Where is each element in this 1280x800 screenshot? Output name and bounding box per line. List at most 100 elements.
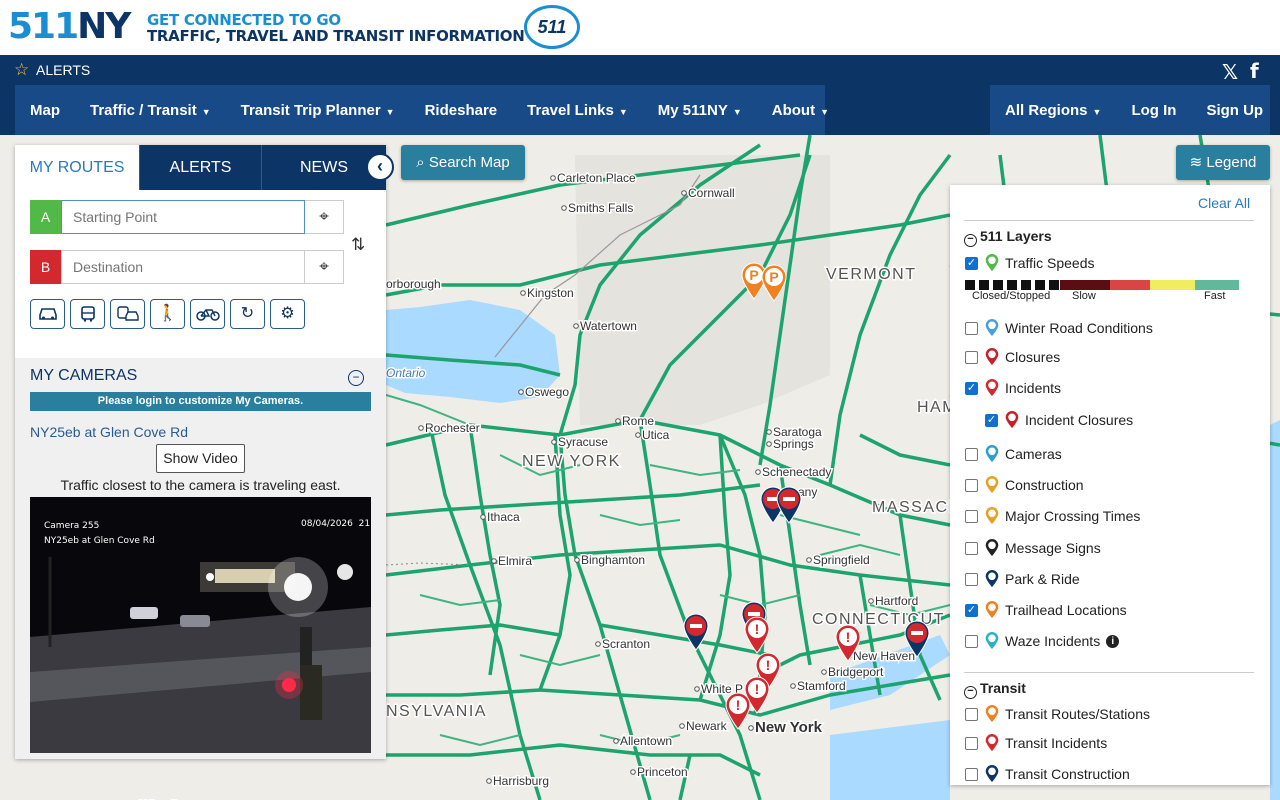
- traffic-speed-icon: [985, 254, 999, 272]
- mode-walk-button[interactable]: 🚶: [150, 299, 185, 329]
- layer-checkbox[interactable]: [965, 767, 978, 781]
- layer-checkbox[interactable]: [965, 572, 978, 586]
- locate-start-button[interactable]: ⌖: [305, 200, 344, 234]
- x-twitter-icon[interactable]: 𝕏: [1222, 60, 1238, 85]
- layer-checkbox[interactable]: ✓: [965, 603, 978, 617]
- layer-checkbox[interactable]: [965, 634, 978, 648]
- mode-car-button[interactable]: [30, 299, 65, 329]
- layer-checkbox[interactable]: [965, 541, 978, 555]
- collapse-cameras-button[interactable]: −: [348, 370, 364, 386]
- show-video-button[interactable]: Show Video: [156, 444, 245, 473]
- layer-traffic-speeds[interactable]: ✓ Traffic Speeds: [965, 253, 1095, 273]
- login-note[interactable]: Please login to customize My Cameras.: [30, 392, 371, 411]
- collapse-panel-button[interactable]: ‹: [366, 153, 394, 181]
- nav-item-map[interactable]: Map: [15, 102, 75, 119]
- layer-checkbox[interactable]: [965, 736, 978, 750]
- layer-incidents[interactable]: ✓ Incidents: [965, 378, 1061, 398]
- layer-trailhead-locations[interactable]: ✓ Trailhead Locations: [965, 600, 1127, 620]
- settings-icon: ⚙: [280, 305, 295, 322]
- crosshair-icon: ⌖: [319, 257, 329, 276]
- tab-alerts[interactable]: ALERTS: [140, 145, 262, 190]
- camera-title-link[interactable]: NY25eb at Glen Cove Rd: [30, 424, 188, 440]
- map-label: Allentown: [620, 734, 672, 748]
- layer-checkbox[interactable]: [965, 478, 978, 492]
- closure-pin-icon: [985, 348, 999, 366]
- logo-ny: NY: [77, 6, 131, 47]
- destination-input[interactable]: [61, 250, 305, 284]
- camera-snapshot[interactable]: Camera 255 NY25eb at Glen Cove Rd 08/04/…: [30, 497, 371, 753]
- layer-transit-incidents[interactable]: Transit Incidents: [965, 733, 1107, 753]
- tab-my-routes[interactable]: MY ROUTES: [15, 145, 140, 190]
- layer-checkbox[interactable]: [965, 707, 978, 721]
- swap-points-button[interactable]: ⇅: [351, 235, 365, 255]
- layer-message-signs[interactable]: Message Signs: [965, 538, 1101, 558]
- transit-route-pin-icon: [985, 705, 999, 723]
- mode-car-bus-button[interactable]: [110, 299, 145, 329]
- map-label: Ithaca: [487, 510, 520, 524]
- info-icon[interactable]: i: [1106, 634, 1120, 648]
- nav-item-my-511ny[interactable]: My 511NY ▼: [643, 102, 757, 119]
- map-label: NSYLVANIA: [386, 703, 487, 720]
- layer-label: Cameras: [1005, 446, 1062, 462]
- layer-checkbox[interactable]: ✓: [965, 381, 978, 395]
- map-label: Rome: [622, 414, 654, 428]
- section-title: Transit: [980, 680, 1026, 696]
- nav-label: Log In: [1131, 101, 1177, 119]
- construction-pin-icon: [985, 476, 999, 494]
- layer-checkbox[interactable]: [965, 350, 978, 364]
- layer-waze-incidents[interactable]: Waze Incidents i: [965, 631, 1120, 651]
- layer-construction[interactable]: Construction: [965, 475, 1084, 495]
- search-map-button[interactable]: ⌕ Search Map: [401, 145, 525, 180]
- map-label: Scranton: [602, 637, 650, 651]
- map-label: Schenectady: [762, 465, 831, 479]
- route-settings-button[interactable]: ⚙: [270, 299, 305, 329]
- nav-item-about[interactable]: About ▼: [757, 102, 844, 119]
- nav-item-travel-links[interactable]: Travel Links ▼: [512, 102, 643, 119]
- nav-item-traffic-transit[interactable]: Traffic / Transit ▼: [75, 102, 226, 119]
- map-label: Oswego: [525, 385, 569, 399]
- layer-checkbox[interactable]: [965, 509, 978, 523]
- locate-destination-button[interactable]: ⌖: [305, 250, 344, 284]
- mode-bike-button[interactable]: [190, 299, 225, 329]
- camera-description: Traffic closest to the camera is traveli…: [60, 477, 341, 493]
- layer-checkbox[interactable]: [965, 447, 978, 461]
- caret-down-icon: ▼: [385, 106, 395, 117]
- starting-point-input[interactable]: [61, 200, 305, 234]
- layer-label: Winter Road Conditions: [1005, 320, 1153, 336]
- legend-button[interactable]: ≋ Legend: [1176, 145, 1270, 180]
- site-logo[interactable]: 511NY: [8, 6, 131, 47]
- layer-checkbox[interactable]: ✓: [965, 256, 978, 270]
- map-label: Carleton Place: [557, 171, 636, 185]
- left-panel: MY ROUTES ALERTS NEWS ‹ A ⌖ B ⌖ ⇅ 🚶 ↻ ⚙ …: [15, 145, 394, 759]
- layer-winter-road-conditions[interactable]: Winter Road Conditions: [965, 318, 1153, 338]
- layer-label: Closures: [1005, 349, 1061, 365]
- nav-right-item-all-regions[interactable]: All Regions ▼: [990, 102, 1116, 119]
- layer-checkbox[interactable]: [965, 321, 978, 335]
- mode-bus-button[interactable]: [70, 299, 105, 329]
- star-icon[interactable]: ☆: [14, 61, 32, 79]
- city-dot: [551, 439, 557, 445]
- city-dot: [790, 683, 796, 689]
- layer-transit-construction[interactable]: Transit Construction: [965, 764, 1130, 784]
- nav-right-item-sign-up[interactable]: Sign Up: [1191, 102, 1278, 119]
- alerts-link[interactable]: ALERTS: [36, 62, 90, 78]
- legend-divider: [964, 672, 1254, 673]
- layer-park-ride[interactable]: Park & Ride: [965, 569, 1080, 589]
- svg-text:!: !: [736, 697, 741, 713]
- layer-incident-closures[interactable]: ✓ Incident Closures: [985, 410, 1133, 430]
- layer-checkbox[interactable]: ✓: [985, 413, 998, 427]
- legend-section-transit[interactable]: − Transit: [964, 680, 1026, 699]
- facebook-icon[interactable]: f: [1250, 59, 1259, 83]
- layer-closures[interactable]: Closures: [965, 347, 1060, 367]
- layer-major-crossing-times[interactable]: Major Crossing Times: [965, 506, 1140, 526]
- refresh-button[interactable]: ↻: [230, 299, 265, 329]
- layer-cameras[interactable]: Cameras: [965, 444, 1062, 464]
- svg-text:!: !: [755, 681, 760, 697]
- nav-right-item-log-in[interactable]: Log In: [1116, 102, 1191, 119]
- layer-transit-routes-stations[interactable]: Transit Routes/Stations: [965, 704, 1150, 724]
- nav-item-rideshare[interactable]: Rideshare: [410, 102, 513, 119]
- nav-item-transit-trip-planner[interactable]: Transit Trip Planner ▼: [226, 102, 410, 119]
- svg-text:!: !: [755, 621, 760, 637]
- legend-section-511-layers[interactable]: −511 Layers: [964, 228, 1052, 247]
- clear-all-link[interactable]: Clear All: [1198, 195, 1250, 211]
